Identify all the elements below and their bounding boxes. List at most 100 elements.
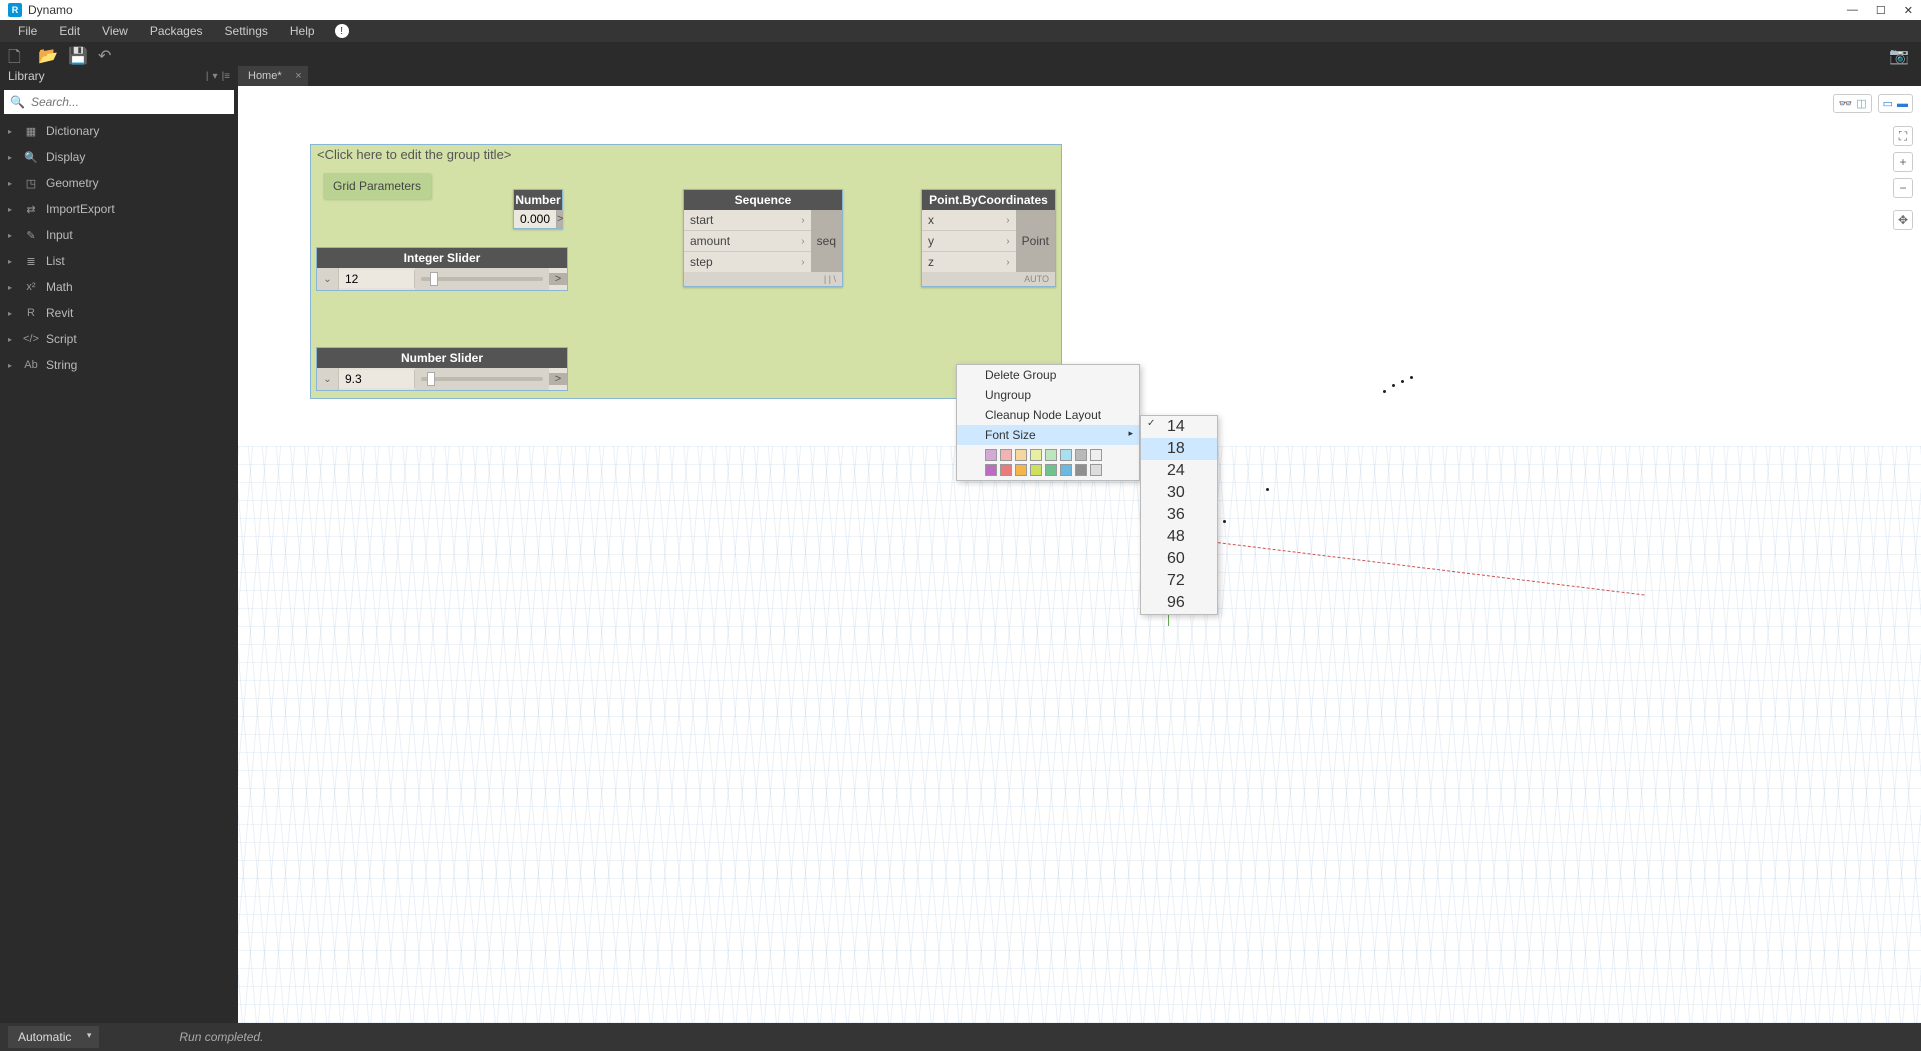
group-note[interactable]: Grid Parameters — [323, 173, 431, 199]
close-button[interactable]: ✕ — [1904, 4, 1913, 17]
node-number-value[interactable]: 0.000 — [514, 210, 556, 228]
font-size-option-48[interactable]: 48 — [1141, 526, 1217, 548]
menu-settings[interactable]: Settings — [215, 22, 278, 40]
search-input[interactable] — [31, 95, 228, 109]
pan-button[interactable]: ✥ — [1893, 210, 1913, 230]
tab-home[interactable]: Home* × — [238, 66, 308, 86]
font-size-option-14[interactable]: ✓14 — [1141, 416, 1217, 438]
new-file-icon[interactable]: 🗋 — [8, 46, 24, 62]
undo-icon[interactable]: ↶ — [98, 46, 114, 62]
color-swatch[interactable] — [1075, 464, 1087, 476]
lib-item-geometry[interactable]: ▸◳Geometry — [0, 170, 238, 196]
color-swatch[interactable] — [1030, 449, 1042, 461]
zoom-out-button[interactable]: − — [1893, 178, 1913, 198]
node-expand-icon[interactable]: ⌄ — [317, 268, 339, 290]
node-number-slider[interactable]: Number Slider ⌄ 9.3 > — [316, 347, 568, 391]
lib-item-math[interactable]: ▸x²Math — [0, 274, 238, 300]
menu-bar: File Edit View Packages Settings Help ! — [0, 20, 1921, 42]
save-file-icon[interactable]: 💾 — [68, 46, 84, 62]
preview-point — [1392, 384, 1395, 387]
port-step[interactable]: step› — [684, 251, 811, 272]
graph-canvas[interactable]: 👓◫ ▭▬ ⛶ + − ✥ <Click here to edit the gr… — [238, 86, 1921, 1023]
font-size-option-24[interactable]: 24 — [1141, 460, 1217, 482]
ctx-delete-group[interactable]: Delete Group — [957, 365, 1139, 385]
font-size-option-60[interactable]: 60 — [1141, 548, 1217, 570]
node-point-by-coordinates[interactable]: Point.ByCoordinates x› y› z› Point AUTO — [921, 189, 1056, 287]
node-expand-icon[interactable]: ⌄ — [317, 368, 339, 390]
node-intslider-value[interactable]: 12 — [339, 270, 415, 288]
node-number[interactable]: Number 0.000 > — [513, 189, 563, 229]
font-size-option-72[interactable]: 72 — [1141, 570, 1217, 592]
ctx-cleanup-layout[interactable]: Cleanup Node Layout — [957, 405, 1139, 425]
font-size-option-96[interactable]: 96 — [1141, 592, 1217, 614]
fit-view-button[interactable]: ⛶ — [1893, 126, 1913, 146]
color-swatch[interactable] — [1030, 464, 1042, 476]
color-swatch[interactable] — [1075, 449, 1087, 461]
node-sequence-output[interactable]: seq — [811, 210, 842, 272]
ctx-color-picker — [957, 445, 1117, 480]
library-view-icon[interactable]: |≡ — [222, 71, 230, 82]
search-box[interactable]: 🔍 — [4, 90, 234, 114]
node-lacing[interactable]: | | \ — [684, 272, 842, 286]
menu-help[interactable]: Help — [280, 22, 325, 40]
node-point-output[interactable]: Point — [1016, 210, 1055, 272]
lib-item-importexport[interactable]: ▸⇄ImportExport — [0, 196, 238, 222]
port-z[interactable]: z› — [922, 251, 1016, 272]
port-start[interactable]: start› — [684, 210, 811, 230]
ctx-font-size[interactable]: Font Size ▸ — [957, 425, 1139, 445]
port-x[interactable]: x› — [922, 210, 1016, 230]
node-intslider-output[interactable]: > — [549, 273, 567, 285]
node-intslider-track[interactable] — [415, 268, 549, 290]
camera-icon[interactable]: 📷 — [1889, 46, 1905, 62]
view-mode-toggle[interactable]: ▭▬ — [1878, 94, 1913, 113]
lib-item-input[interactable]: ▸✎Input — [0, 222, 238, 248]
color-swatch[interactable] — [1060, 464, 1072, 476]
font-size-option-18[interactable]: 18 — [1141, 438, 1217, 460]
library-filter-icon[interactable]: ▾ — [213, 71, 218, 82]
menu-file[interactable]: File — [8, 22, 47, 40]
node-numslider-track[interactable] — [415, 368, 549, 390]
lib-item-display[interactable]: ▸🔍Display — [0, 144, 238, 170]
lib-item-string[interactable]: ▸AbString — [0, 352, 238, 378]
color-swatch[interactable] — [1090, 449, 1102, 461]
notification-icon[interactable]: ! — [335, 24, 349, 38]
menu-view[interactable]: View — [92, 22, 138, 40]
font-size-option-30[interactable]: 30 — [1141, 482, 1217, 504]
port-amount[interactable]: amount› — [684, 230, 811, 251]
color-swatch[interactable] — [985, 449, 997, 461]
view-3d-toggle[interactable]: 👓◫ — [1833, 94, 1871, 113]
node-integer-slider[interactable]: Integer Slider ⌄ 12 > — [316, 247, 568, 291]
node-numslider-output[interactable]: > — [549, 373, 567, 385]
lib-item-script[interactable]: ▸</>Script — [0, 326, 238, 352]
color-swatch[interactable] — [1000, 449, 1012, 461]
color-swatch[interactable] — [1015, 449, 1027, 461]
color-swatch[interactable] — [985, 464, 997, 476]
color-swatch[interactable] — [1000, 464, 1012, 476]
menu-edit[interactable]: Edit — [49, 22, 90, 40]
group-title[interactable]: <Click here to edit the group title> — [311, 145, 1061, 164]
node-numslider-value[interactable]: 9.3 — [339, 370, 415, 388]
zoom-in-button[interactable]: + — [1893, 152, 1913, 172]
maximize-button[interactable]: ☐ — [1876, 4, 1886, 17]
color-swatch[interactable] — [1060, 449, 1072, 461]
color-swatch[interactable] — [1045, 464, 1057, 476]
library-sort-icon[interactable]: | — [206, 71, 209, 82]
minimize-button[interactable]: — — [1847, 4, 1858, 17]
color-swatch[interactable] — [1090, 464, 1102, 476]
run-mode-dropdown[interactable]: Automatic — [8, 1026, 99, 1048]
lib-item-revit[interactable]: ▸RRevit — [0, 300, 238, 326]
lib-item-dictionary[interactable]: ▸▦Dictionary — [0, 118, 238, 144]
node-sequence[interactable]: Sequence start› amount› step› seq | | \ — [683, 189, 843, 287]
open-file-icon[interactable]: 📂 — [38, 46, 54, 62]
node-number-title: Number — [514, 190, 562, 210]
tab-close-icon[interactable]: × — [295, 70, 301, 82]
node-lacing[interactable]: AUTO — [922, 272, 1055, 286]
ctx-ungroup[interactable]: Ungroup — [957, 385, 1139, 405]
color-swatch[interactable] — [1045, 449, 1057, 461]
font-size-option-36[interactable]: 36 — [1141, 504, 1217, 526]
lib-item-list[interactable]: ▸≣List — [0, 248, 238, 274]
color-swatch[interactable] — [1015, 464, 1027, 476]
menu-packages[interactable]: Packages — [140, 22, 213, 40]
port-y[interactable]: y› — [922, 230, 1016, 251]
node-number-output[interactable]: > — [556, 210, 563, 228]
